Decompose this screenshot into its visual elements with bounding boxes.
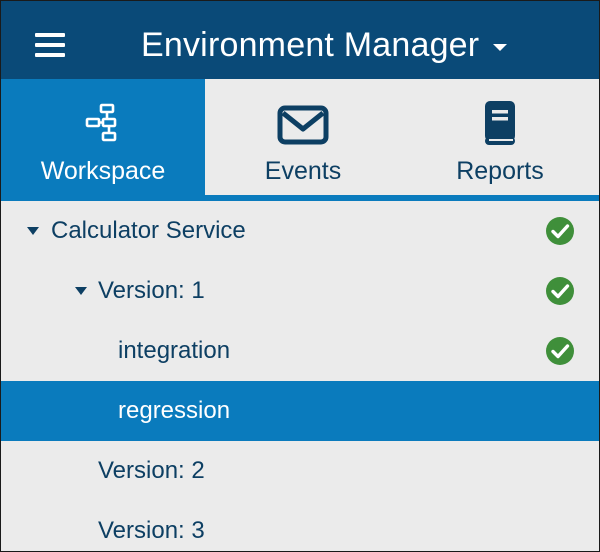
- book-icon: [485, 101, 515, 145]
- tree-item-version-3[interactable]: Version: 3: [1, 501, 599, 551]
- status-ok-icon: [546, 217, 574, 245]
- app-header: Environment Manager: [1, 1, 599, 89]
- hamburger-icon[interactable]: [35, 33, 65, 57]
- environment-manager-window: Environment Manager Workspace Events Rep…: [0, 0, 600, 552]
- expand-triangle-icon[interactable]: [27, 227, 39, 235]
- tree-item-label: Calculator Service: [51, 217, 246, 244]
- caret-down-icon: [493, 43, 508, 51]
- tab-workspace[interactable]: Workspace: [1, 79, 205, 195]
- tree-item-label: integration: [118, 337, 231, 364]
- tree-item-label: Version: 2: [98, 457, 205, 484]
- tree-item-calculator-service[interactable]: Calculator Service: [1, 201, 599, 261]
- hamburger-bar: [35, 53, 65, 57]
- tree-item-integration[interactable]: integration: [1, 321, 599, 381]
- expand-triangle-icon[interactable]: [75, 287, 87, 295]
- tree-item-version-1[interactable]: Version: 1: [1, 261, 599, 321]
- environment-dropdown[interactable]: Environment Manager: [141, 23, 508, 67]
- status-ok-icon: [546, 277, 574, 305]
- hamburger-bar: [35, 43, 65, 47]
- tree-item-label: Version: 1: [98, 277, 205, 304]
- tab-reports[interactable]: Reports: [401, 79, 599, 195]
- tree-item-regression[interactable]: regression: [1, 381, 599, 441]
- tab-label: Workspace: [40, 157, 166, 185]
- tab-events[interactable]: Events: [205, 79, 401, 195]
- environment-tree: Calculator Service Version: 1 integratio…: [1, 201, 599, 551]
- envelope-icon: [277, 105, 329, 145]
- status-ok-icon: [546, 337, 574, 365]
- tab-bar: Workspace Events Reports: [1, 79, 599, 195]
- tab-label: Reports: [456, 157, 544, 185]
- tab-label: Events: [264, 157, 342, 185]
- app-title: Environment Manager: [141, 25, 480, 64]
- tree-item-label: Version: 3: [98, 517, 205, 544]
- tree-item-version-2[interactable]: Version: 2: [1, 441, 599, 501]
- workspace-tree-icon: [85, 103, 117, 142]
- hamburger-bar: [35, 33, 65, 37]
- tree-item-label: regression: [118, 397, 231, 424]
